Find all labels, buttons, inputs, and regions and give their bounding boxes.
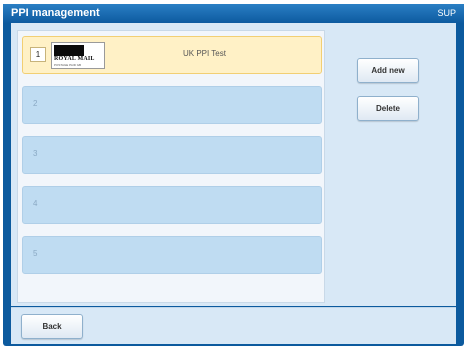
delete-button[interactable]: Delete [357, 96, 419, 121]
logo-black-block [54, 45, 84, 56]
user-code: SUP [437, 8, 456, 18]
ppi-row-number: 1 [30, 47, 46, 62]
ppi-row-number: 4 [33, 199, 38, 208]
footer-bar: Back [11, 307, 456, 344]
royal-mail-logo: ROYAL MAIL POSTAGE PAID GB [51, 42, 105, 69]
ppi-list: 1 ROYAL MAIL POSTAGE PAID GB UK PPI Test… [17, 30, 325, 303]
ppi-row-label: UK PPI Test [183, 49, 226, 58]
ppi-row-number: 5 [33, 249, 38, 258]
logo-text: ROYAL MAIL [54, 56, 95, 62]
add-new-button[interactable]: Add new [357, 58, 419, 83]
ppi-row-1[interactable]: 1 ROYAL MAIL POSTAGE PAID GB UK PPI Test [22, 36, 322, 74]
app-window: PPI management SUP 1 ROYAL MAIL POSTAGE … [3, 4, 464, 346]
ppi-row-2[interactable]: 2 [22, 86, 322, 124]
ppi-row-3[interactable]: 3 [22, 136, 322, 174]
title-bar: PPI management SUP [3, 4, 464, 23]
logo-subtext: POSTAGE PAID GB [54, 63, 82, 67]
window-title: PPI management [11, 7, 100, 19]
ppi-row-4[interactable]: 4 [22, 186, 322, 224]
ppi-row-number: 3 [33, 149, 38, 158]
main-content: 1 ROYAL MAIL POSTAGE PAID GB UK PPI Test… [11, 23, 456, 306]
ppi-row-number: 2 [33, 99, 38, 108]
ppi-row-5[interactable]: 5 [22, 236, 322, 274]
back-button[interactable]: Back [21, 314, 83, 339]
